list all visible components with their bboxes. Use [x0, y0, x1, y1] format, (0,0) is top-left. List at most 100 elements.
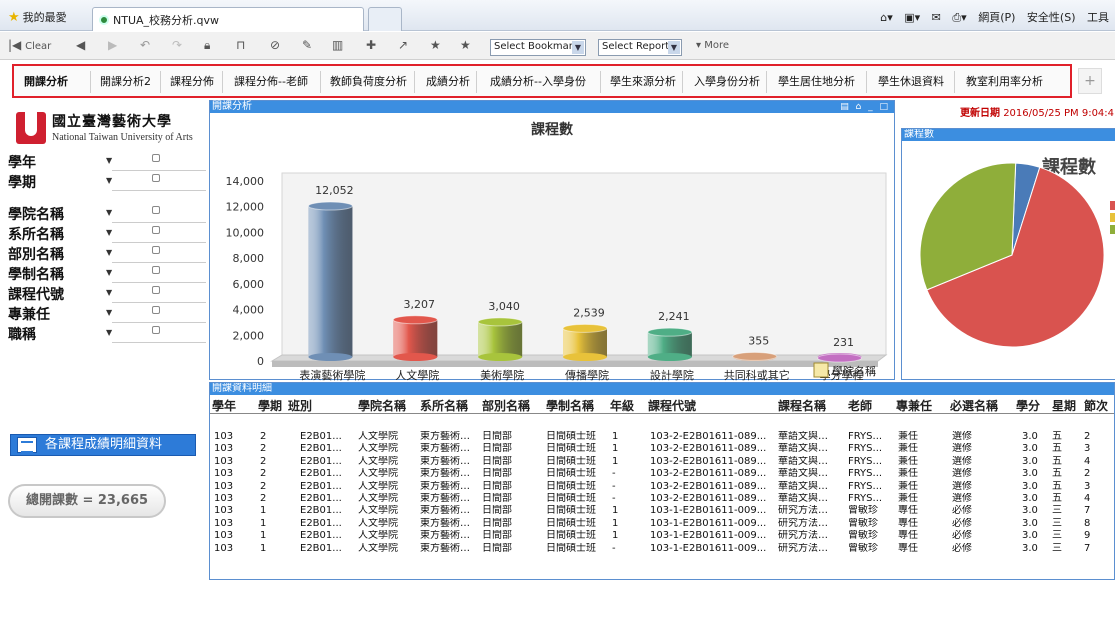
pin-icon[interactable]: ↗	[398, 38, 408, 52]
filter-listbox[interactable]	[152, 206, 160, 214]
table-row[interactable]: 103 2 E2B01... 人文學院 東方藝術… 日間部 日間碩士班 - 103-2-E2B0…	[210, 481, 1114, 493]
more-menu[interactable]: ▾ More	[696, 40, 729, 51]
filter-listbox[interactable]	[152, 286, 160, 294]
tab-course-analysis-2[interactable]: 開課分析2	[100, 72, 151, 92]
table-row[interactable]: 103 2 E2B01... 人文學院 東方藝術… 日間部 日間碩士班 - 103-2-E2B0…	[210, 468, 1114, 480]
table-cell: 1	[612, 517, 619, 529]
select-report-dropdown[interactable]: Select Report ▼	[598, 39, 682, 56]
table-header[interactable]: 星期	[1052, 397, 1076, 414]
table-header[interactable]: 年級	[610, 397, 634, 414]
chevron-down-icon[interactable]: ▼	[106, 288, 112, 297]
tab-student-source[interactable]: 學生來源分析	[610, 72, 676, 92]
clear-circle-icon[interactable]: ⊘	[270, 38, 280, 52]
table-row[interactable]: 103 1 E2B01... 人文學院 東方藝術… 日間部 日間碩士班 1 103-1-E2B0…	[210, 530, 1114, 542]
tab-entry-status[interactable]: 入學身份分析	[694, 72, 760, 92]
chevron-down-icon[interactable]: ▼	[106, 176, 112, 185]
tab-classroom-usage[interactable]: 教室利用率分析	[966, 72, 1043, 92]
browser-commands: ⌂▾ ▣▾ ✉ ⎙▾ 網頁(P) 安全性(S) 工具	[872, 9, 1109, 25]
pie-chart[interactable]	[902, 129, 1115, 380]
table-cell: -	[612, 480, 616, 492]
tab-grade-entry-status[interactable]: 成績分析--入學身份	[490, 72, 586, 92]
chevron-down-icon[interactable]: ▼	[106, 208, 112, 217]
tools-menu[interactable]: 工具	[1087, 11, 1109, 24]
table-header[interactable]: 專兼任	[896, 397, 932, 414]
table-row[interactable]: 103 2 E2B01... 人文學院 東方藝術… 日間部 日間碩士班 1 103-2-E2B0…	[210, 431, 1114, 443]
filter-listbox[interactable]	[152, 246, 160, 254]
table-header[interactable]: 課程代號	[648, 397, 696, 414]
filter-listbox[interactable]	[152, 154, 160, 162]
table-header[interactable]: 學分	[1016, 397, 1040, 414]
table-header[interactable]: 系所名稱	[420, 397, 468, 414]
total-courses-badge: 總開課數 = 23,665	[8, 484, 166, 518]
filter-listbox[interactable]	[152, 326, 160, 334]
table-header[interactable]: 學院名稱	[358, 397, 406, 414]
table-row[interactable]: 103 1 E2B01... 人文學院 東方藝術… 日間部 日間碩士班 - 103-1-E2B0…	[210, 543, 1114, 555]
filter-listbox[interactable]	[152, 266, 160, 274]
clear-button[interactable]: |◀ Clear	[8, 38, 51, 52]
bar-shading	[393, 319, 438, 357]
safety-menu[interactable]: 安全性(S)	[1027, 11, 1076, 24]
bookmark-add-icon[interactable]: ★	[430, 38, 441, 52]
redo-icon[interactable]: ↷	[172, 38, 182, 52]
new-tab-button[interactable]	[368, 7, 402, 31]
tab-course-distribution-teacher[interactable]: 課程分佈--老師	[234, 72, 308, 92]
table-header[interactable]: 班別	[288, 397, 312, 414]
chevron-down-icon[interactable]: ▼	[106, 248, 112, 257]
table-header[interactable]: 節次	[1084, 397, 1108, 414]
tab-teacher-load[interactable]: 教師負荷度分析	[330, 72, 407, 92]
table-header[interactable]: 學期	[258, 397, 282, 414]
table-header[interactable]: 課程名稱	[778, 397, 826, 414]
undo-icon[interactable]: ↶	[140, 38, 150, 52]
unlock-icon[interactable]: ⊓	[236, 38, 245, 52]
table-cell: 103	[214, 431, 234, 442]
table-cell: 人文學院	[358, 530, 398, 542]
edit-icon[interactable]: ✎	[302, 38, 312, 52]
select-bookmark-dropdown[interactable]: Select Bookmark ▼	[490, 39, 586, 56]
chart-icon[interactable]: ▥	[332, 38, 343, 52]
table-header[interactable]: 部別名稱	[482, 397, 530, 414]
chevron-down-icon[interactable]: ▼	[106, 156, 112, 165]
table-row[interactable]: 103 1 E2B01... 人文學院 東方藝術… 日間部 日間碩士班 1 103-1-E2B0…	[210, 505, 1114, 517]
bar-base	[478, 353, 523, 361]
add-icon[interactable]: ✚	[366, 38, 376, 52]
filter-listbox[interactable]	[152, 174, 160, 182]
course-grade-detail-button[interactable]: 各課程成績明細資料	[10, 434, 196, 456]
tab-course-distribution[interactable]: 課程分佈	[170, 72, 214, 92]
add-sheet-button[interactable]: +	[1078, 68, 1102, 94]
mail-icon[interactable]: ✉	[932, 11, 941, 24]
favorites-button[interactable]: ★ 我的最愛	[8, 9, 67, 25]
bar-chart[interactable]: 0 2,000 4,000 6,000 8,000 10,000 12,000 14,000 1…	[210, 101, 896, 381]
tab-residence[interactable]: 學生居住地分析	[778, 72, 855, 92]
page-menu[interactable]: 網頁(P)	[978, 11, 1015, 24]
table-row[interactable]: 103 2 E2B01... 人文學院 東方藝術… 日間部 日間碩士班 1 103-2-E2B0…	[210, 456, 1114, 468]
table-header[interactable]: 學年	[212, 397, 236, 414]
bar-value-label: 3,040	[488, 300, 519, 313]
table-header[interactable]: 老師	[848, 397, 872, 414]
print-icon[interactable]: ⎙▾	[952, 11, 966, 24]
tab-course-analysis[interactable]: 開課分析	[24, 72, 68, 92]
chevron-down-icon[interactable]: ▼	[106, 268, 112, 277]
table-header[interactable]: 學制名稱	[546, 397, 594, 414]
browser-tab[interactable]: NTUA_校務分析.qvw	[92, 7, 364, 31]
table-row[interactable]: 103 2 E2B01... 人文學院 東方藝術… 日間部 日間碩士班 - 103-2-E2B0…	[210, 493, 1114, 505]
filter-listbox[interactable]	[152, 226, 160, 234]
forward-icon[interactable]: ▶	[108, 38, 117, 52]
table-cell: 2	[1084, 468, 1091, 480]
chevron-down-icon[interactable]: ▼	[106, 228, 112, 237]
tab-grade-analysis[interactable]: 成績分析	[426, 72, 470, 92]
table-row[interactable]: 103 2 E2B01... 人文學院 東方藝術… 日間部 日間碩士班 1 103-2-E2B0…	[210, 443, 1114, 455]
chevron-down-icon[interactable]: ▼	[106, 308, 112, 317]
chevron-down-icon[interactable]: ▼	[106, 328, 112, 337]
table-row[interactable]: 103 1 E2B01... 人文學院 東方藝術… 日間部 日間碩士班 1 103-1-E2B0…	[210, 518, 1114, 530]
table-header[interactable]: 必選名稱	[950, 397, 998, 414]
table-cell: 3.0	[1022, 443, 1038, 455]
table-cell: 東方藝術…	[420, 480, 470, 492]
home-icon[interactable]: ⌂▾	[880, 11, 893, 24]
feeds-icon[interactable]: ▣▾	[904, 11, 920, 24]
back-icon[interactable]: ◀	[76, 38, 85, 52]
bookmark-icon[interactable]: ★	[460, 38, 471, 52]
filter-listbox[interactable]	[152, 306, 160, 314]
table-cell: 1	[612, 530, 619, 542]
lock-icon[interactable]: 🔒︎	[204, 38, 210, 53]
tab-leave-records[interactable]: 學生休退資料	[878, 72, 944, 92]
